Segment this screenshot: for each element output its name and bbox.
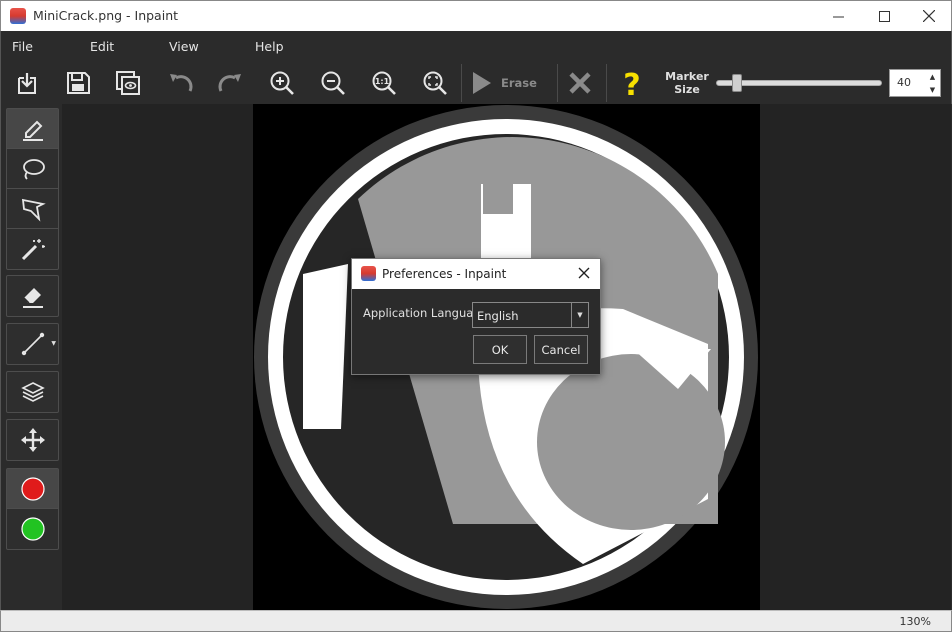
- help-question-icon: ?: [623, 68, 640, 98]
- lasso-icon: [22, 158, 45, 180]
- close-window-button[interactable]: [906, 1, 952, 31]
- zoom-level: 130%: [899, 615, 931, 628]
- tool-panel: ▼: [0, 104, 62, 610]
- magic-wand-icon: [21, 239, 45, 261]
- language-label: Application Language: [363, 306, 488, 320]
- window-title: MiniCrack.png - Inpaint: [33, 8, 179, 23]
- green-dot-icon: [20, 517, 45, 541]
- menu-help[interactable]: Help: [255, 39, 284, 54]
- move-tool-button[interactable]: [7, 420, 58, 460]
- save-icon: [67, 72, 90, 94]
- minimize-button[interactable]: [815, 1, 861, 31]
- move-tool-group: [6, 419, 59, 461]
- marker-size-value: 40: [897, 76, 911, 89]
- zoom-out-icon: [321, 71, 345, 95]
- undo-button[interactable]: [163, 67, 197, 99]
- line-tool-group: ▼: [6, 323, 59, 365]
- close-icon[interactable]: [576, 265, 592, 281]
- undo-icon: [170, 74, 193, 92]
- color-group: [6, 468, 59, 550]
- zoom-out-button[interactable]: [316, 67, 350, 99]
- open-button[interactable]: [10, 67, 44, 99]
- cancel-erase-button[interactable]: [563, 67, 597, 99]
- marker-size-label: Marker Size: [665, 70, 709, 96]
- marker-pen-icon: [22, 120, 43, 141]
- line-tool-button[interactable]: ▼: [7, 324, 58, 364]
- eraser-tool-group: [6, 275, 59, 317]
- marker-tool-button[interactable]: [7, 109, 58, 149]
- red-color-button[interactable]: [7, 469, 58, 509]
- zoom-fit-button[interactable]: [418, 67, 452, 99]
- menu-view[interactable]: View: [169, 39, 199, 54]
- cancel-button[interactable]: Cancel: [534, 335, 588, 364]
- erase-label: Erase: [501, 76, 537, 90]
- close-icon: [923, 10, 935, 22]
- layers-tool-button[interactable]: [7, 372, 58, 412]
- help-button[interactable]: ?: [615, 67, 649, 99]
- selection-tools-group: [6, 108, 59, 270]
- dialog-title: Preferences - Inpaint: [382, 267, 507, 281]
- zoom-actual-icon: 1:1: [372, 71, 396, 95]
- app-icon: [361, 266, 376, 281]
- language-select[interactable]: English ▼: [472, 302, 589, 328]
- marker-size-spinbox[interactable]: 40 ▲ ▼: [889, 69, 941, 97]
- move-arrows-icon: [20, 428, 45, 452]
- line-icon: [21, 332, 44, 356]
- app-icon: [10, 8, 26, 24]
- preview-icon: [116, 71, 140, 95]
- language-value: English: [477, 309, 519, 323]
- zoom-in-icon: [270, 71, 294, 95]
- spin-down-icon[interactable]: ▼: [925, 83, 940, 96]
- redo-icon: [218, 74, 241, 92]
- preview-button[interactable]: [111, 67, 145, 99]
- erase-play-icon: [473, 72, 491, 94]
- svg-text:1:1: 1:1: [375, 77, 390, 86]
- polygon-lasso-icon: [21, 198, 46, 222]
- redo-button[interactable]: [214, 67, 248, 99]
- eraser-icon: [22, 288, 43, 308]
- toolbar-separator: [557, 64, 558, 102]
- menu-bar: File Edit View Help: [0, 31, 952, 62]
- marker-size-slider[interactable]: [716, 74, 882, 92]
- eraser-tool-button[interactable]: [7, 276, 58, 316]
- spin-up-icon[interactable]: ▲: [925, 70, 940, 83]
- preferences-dialog: Preferences - Inpaint Application Langua…: [351, 258, 601, 375]
- red-dot-icon: [20, 476, 45, 501]
- polygon-lasso-tool-button[interactable]: [7, 189, 58, 229]
- open-icon: [18, 73, 36, 94]
- cancel-x-icon: [569, 72, 591, 94]
- layers-tool-group: [6, 371, 59, 413]
- zoom-in-button[interactable]: [265, 67, 299, 99]
- maximize-button[interactable]: [861, 1, 907, 31]
- minimize-icon: [832, 16, 844, 17]
- toolbar-separator: [461, 64, 462, 102]
- layers-icon: [20, 382, 45, 402]
- save-button[interactable]: [61, 67, 95, 99]
- title-bar: MiniCrack.png - Inpaint: [0, 0, 952, 31]
- dropdown-arrow-icon[interactable]: ▼: [51, 340, 56, 347]
- svg-text:?: ?: [623, 68, 640, 98]
- menu-edit[interactable]: Edit: [90, 39, 114, 54]
- slider-thumb[interactable]: [732, 74, 742, 92]
- zoom-fit-icon: [423, 71, 447, 95]
- status-bar: 130%: [0, 610, 952, 632]
- ok-button[interactable]: OK: [473, 335, 527, 364]
- lasso-tool-button[interactable]: [7, 149, 58, 189]
- erase-button[interactable]: Erase: [467, 67, 557, 99]
- dialog-title-bar: Preferences - Inpaint: [352, 259, 600, 289]
- magic-wand-tool-button[interactable]: [7, 229, 58, 269]
- toolbar-separator: [606, 64, 607, 102]
- menu-file[interactable]: File: [12, 39, 33, 54]
- maximize-icon: [878, 10, 890, 22]
- chevron-down-icon[interactable]: ▼: [571, 303, 588, 327]
- zoom-actual-button[interactable]: 1:1: [367, 67, 401, 99]
- green-color-button[interactable]: [7, 509, 58, 549]
